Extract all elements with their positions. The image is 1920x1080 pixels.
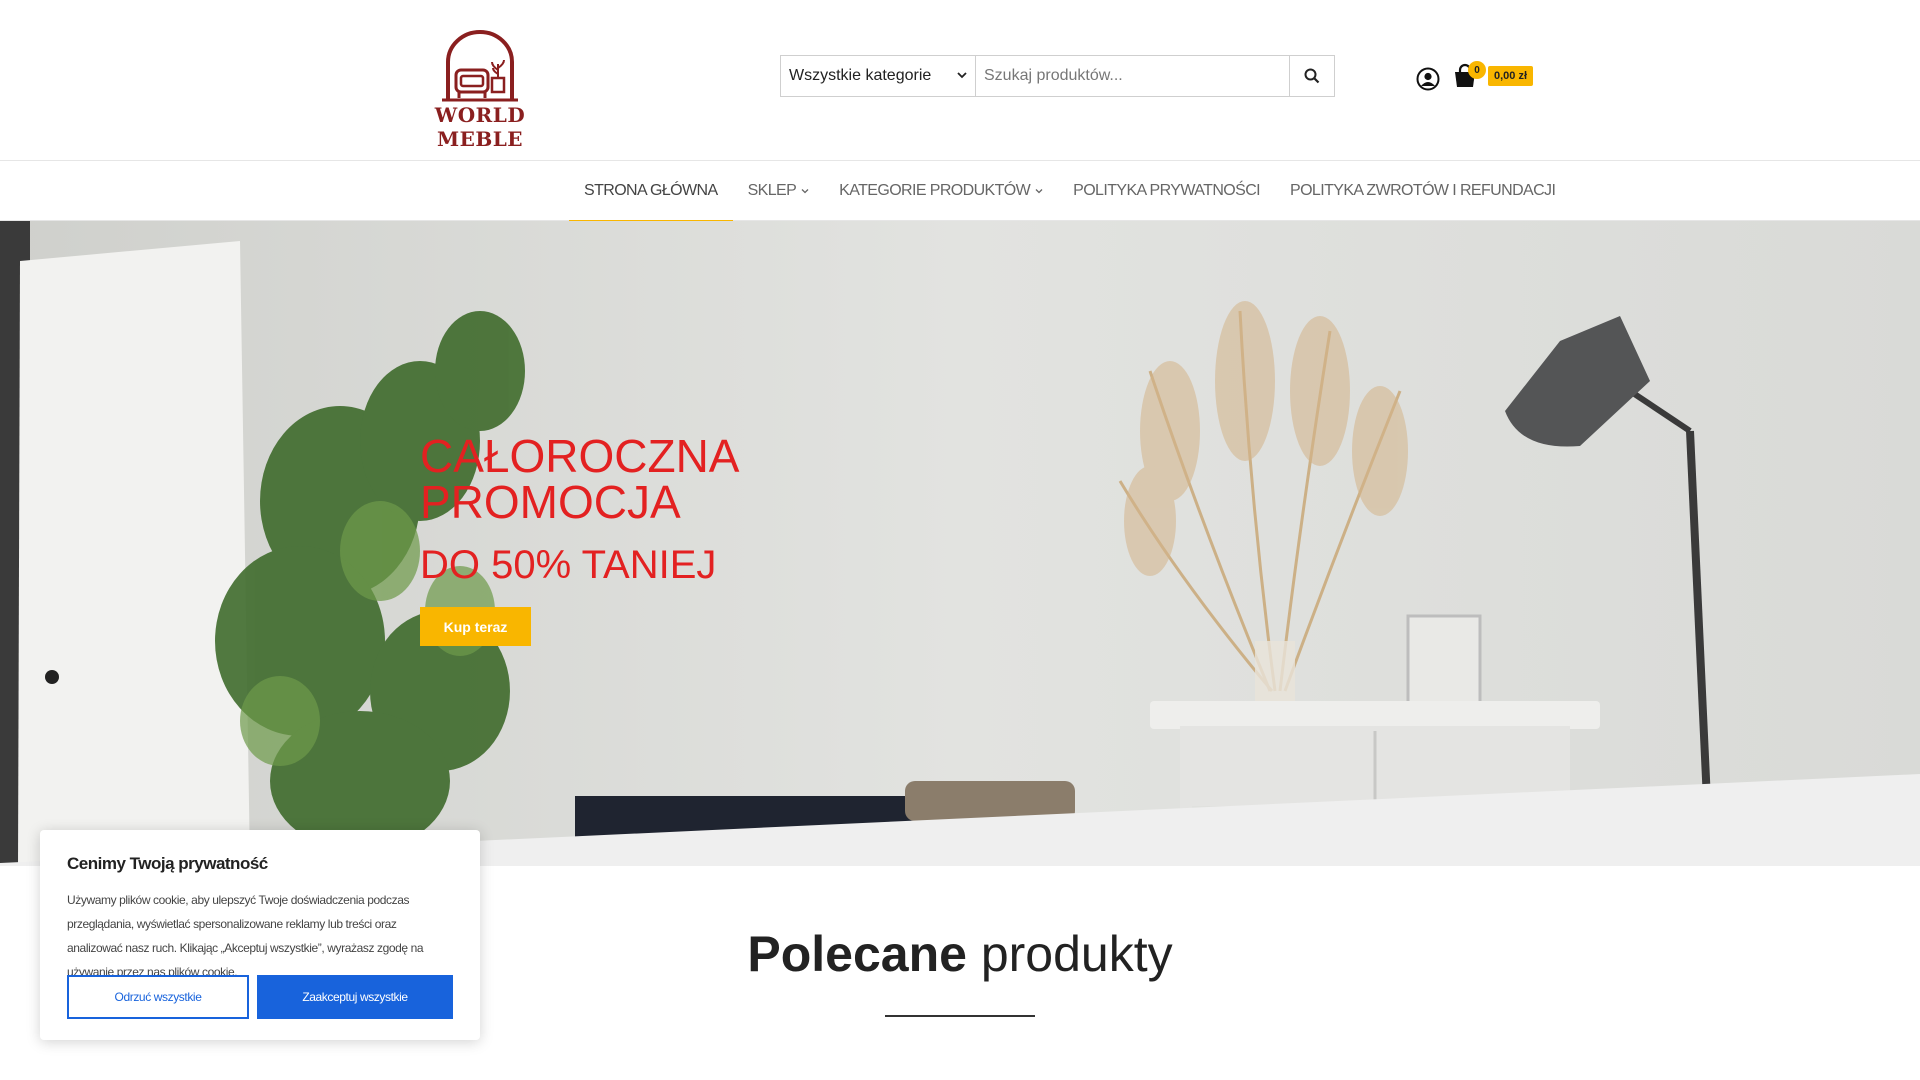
cookie-title: Cenimy Twoją prywatność (67, 854, 268, 873)
chevron-down-icon (1035, 189, 1043, 194)
search-button[interactable] (1289, 56, 1334, 96)
hero-background-image (0, 221, 1920, 866)
cart-count-badge: 0 (1468, 61, 1486, 79)
nav-item-shop[interactable]: SKLEP (733, 161, 825, 221)
site-header: WORLD MEBLE Wszystkie kategorie 0 (0, 0, 1920, 160)
chevron-down-icon (957, 72, 967, 79)
main-navigation: STRONA GŁÓWNA SKLEP KATEGORIE PRODUKTÓW … (0, 160, 1920, 222)
hero-title: CAŁOROCZNA PROMOCJA (420, 430, 737, 528)
accept-all-button[interactable]: Zaakceptuj wszystkie (257, 975, 453, 1019)
heading-underline (885, 1015, 1035, 1017)
armchair-logo-icon (442, 30, 518, 102)
nav-item-privacy-policy[interactable]: POLITYKA PRYWATNOŚCI (1058, 161, 1275, 221)
nav-item-label: STRONA GŁÓWNA (584, 182, 718, 199)
nav-item-label: KATEGORIE PRODUKTÓW (839, 182, 1031, 199)
hero-slider: CAŁOROCZNA PROMOCJA DO 50% TANIEJ Kup te… (0, 221, 1920, 866)
category-select[interactable]: Wszystkie kategorie (781, 56, 976, 96)
nav-item-home[interactable]: STRONA GŁÓWNA (569, 161, 733, 222)
logo-text: WORLD MEBLE (434, 103, 526, 151)
nav-item-label: POLITYKA PRYWATNOŚCI (1073, 182, 1261, 199)
cookie-consent-banner: Cenimy Twoją prywatność Używamy plików c… (40, 830, 480, 1040)
hero-subtitle: DO 50% TANIEJ (420, 543, 717, 587)
featured-title-light: produkty (980, 926, 1173, 982)
account-icon[interactable] (1416, 67, 1440, 91)
nav-item-label: SKLEP (747, 182, 797, 199)
cart-total: 0,00 zł (1488, 66, 1534, 86)
nav-item-label: POLITYKA ZWROTÓW I REFUNDACJI (1290, 182, 1556, 199)
nav-item-product-categories[interactable]: KATEGORIE PRODUKTÓW (824, 161, 1058, 221)
cart-button[interactable]: 0 0,00 zł (1452, 60, 1534, 92)
shop-now-button[interactable]: Kup teraz (420, 607, 531, 646)
site-logo[interactable]: WORLD MEBLE (390, 30, 570, 151)
nav-item-refund-policy[interactable]: POLITYKA ZWROTÓW I REFUNDACJI (1275, 161, 1570, 221)
cookie-text: Używamy plików cookie, aby ulepszyć Twoj… (67, 893, 424, 979)
featured-title-bold: Polecane (747, 926, 967, 982)
chevron-down-icon (801, 189, 809, 194)
search-input[interactable] (976, 56, 1289, 96)
category-select-value: Wszystkie kategorie (789, 67, 932, 84)
product-search: Wszystkie kategorie (780, 55, 1335, 97)
reject-all-button[interactable]: Odrzuć wszystkie (67, 975, 249, 1019)
search-icon (1304, 68, 1320, 84)
